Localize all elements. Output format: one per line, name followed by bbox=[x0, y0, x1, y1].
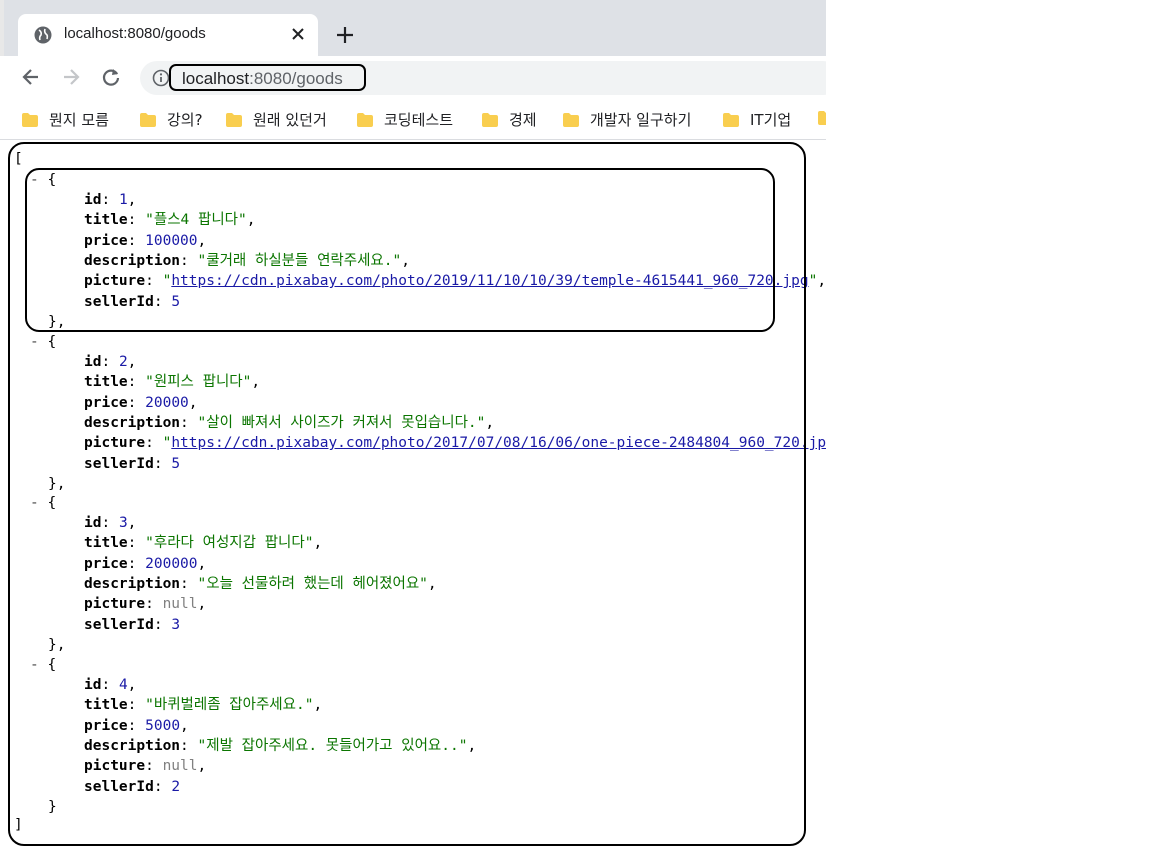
blank-area bbox=[826, 0, 1152, 848]
bookmark-item[interactable]: 경제 bbox=[482, 109, 537, 129]
bookmarks-bar: 뭔지 모름 강의? 원래 있던거 코딩테스트 경제 개발자 일구하기 IT기업 bbox=[0, 100, 834, 140]
bookmark-item[interactable]: 개발자 일구하기 bbox=[563, 109, 691, 129]
folder-icon bbox=[22, 113, 38, 127]
url-highlight-box: localhost:8080/goods bbox=[169, 64, 366, 91]
bookmark-label: 코딩테스트 bbox=[384, 111, 454, 129]
highlight-box-first-item bbox=[25, 168, 775, 332]
url-text[interactable]: localhost:8080/goods bbox=[182, 69, 343, 89]
bookmark-label: 경제 bbox=[509, 111, 537, 129]
tab-goods[interactable]: localhost:8080/goods bbox=[18, 14, 318, 56]
url-path: :8080/goods bbox=[249, 69, 343, 88]
bookmark-item[interactable]: 코딩테스트 bbox=[357, 109, 453, 129]
folder-icon bbox=[563, 113, 579, 127]
address-bar[interactable]: localhost:8080/goods bbox=[140, 61, 840, 95]
bookmark-label: IT기업 bbox=[750, 111, 792, 129]
tab-title: localhost:8080/goods bbox=[64, 25, 206, 42]
bookmark-item[interactable]: IT기업 bbox=[723, 109, 791, 129]
folder-icon bbox=[723, 113, 739, 127]
toolbar: localhost:8080/goods bbox=[0, 56, 840, 100]
globe-icon bbox=[34, 26, 52, 44]
url-host: localhost bbox=[182, 69, 250, 88]
bookmark-item[interactable]: 강의? bbox=[140, 109, 203, 129]
forward-arrow-icon[interactable] bbox=[60, 66, 82, 88]
close-tab-icon[interactable] bbox=[288, 24, 308, 44]
folder-icon bbox=[357, 113, 373, 127]
back-arrow-icon[interactable] bbox=[20, 66, 42, 88]
new-tab-icon[interactable] bbox=[334, 24, 356, 46]
folder-icon bbox=[226, 113, 242, 127]
bookmark-item[interactable]: 원래 있던거 bbox=[226, 109, 327, 129]
folder-icon bbox=[482, 113, 498, 127]
tab-strip: localhost:8080/goods bbox=[0, 0, 826, 56]
bookmark-item[interactable]: 뭔지 모름 bbox=[22, 109, 109, 129]
bookmark-label: 강의? bbox=[167, 111, 203, 129]
bookmark-label: 원래 있던거 bbox=[253, 111, 327, 129]
folder-icon bbox=[140, 113, 156, 127]
bookmark-label: 개발자 일구하기 bbox=[590, 111, 692, 129]
reload-icon[interactable] bbox=[100, 66, 122, 88]
info-icon[interactable] bbox=[152, 69, 170, 87]
browser-window: localhost:8080/goods localhost:8080/good… bbox=[0, 0, 852, 848]
bookmark-label: 뭔지 모름 bbox=[49, 111, 109, 129]
